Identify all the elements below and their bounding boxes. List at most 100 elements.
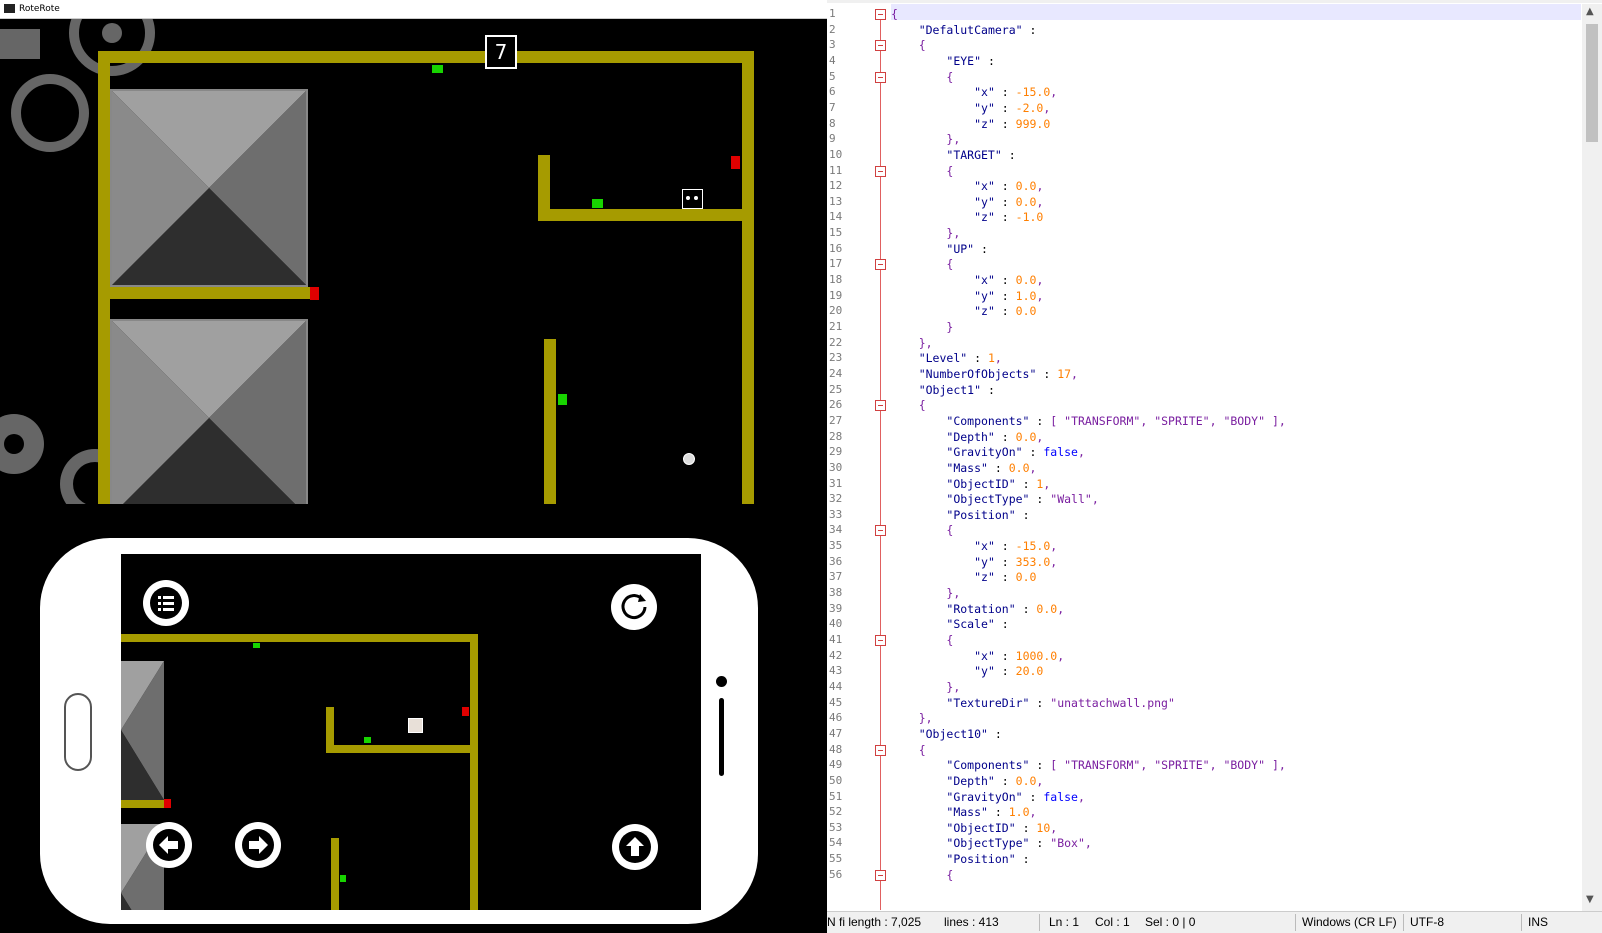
- code-line[interactable]: "NumberOfObjects" : 17,: [891, 366, 1078, 382]
- code-line[interactable]: {: [891, 163, 953, 179]
- code-line[interactable]: {: [891, 6, 898, 22]
- fold-toggle-icon[interactable]: [875, 9, 886, 20]
- code-line[interactable]: {: [891, 522, 953, 538]
- jump-button[interactable]: [612, 824, 658, 870]
- code-line[interactable]: "EYE" :: [891, 53, 994, 69]
- code-line[interactable]: "x" : 0.0,: [891, 178, 1043, 194]
- phone-screen[interactable]: [121, 554, 701, 910]
- code-line[interactable]: "DefalutCamera" :: [891, 22, 1037, 38]
- code-line[interactable]: "y" : 0.0,: [891, 194, 1043, 210]
- code-line[interactable]: "UP" :: [891, 241, 988, 257]
- fold-toggle-icon[interactable]: [875, 744, 886, 756]
- code-line[interactable]: "y" : -2.0,: [891, 100, 1050, 116]
- code-line[interactable]: "Position" :: [891, 851, 1029, 867]
- code-line[interactable]: "y" : 20.0: [891, 663, 1043, 679]
- code-line[interactable]: {: [891, 37, 926, 53]
- code-line[interactable]: },: [891, 679, 960, 695]
- code-line[interactable]: }: [891, 319, 953, 335]
- status-ln: Ln : 1: [1049, 915, 1080, 929]
- code-line[interactable]: "Position" :: [891, 507, 1029, 523]
- code-line[interactable]: "Components" : [ "TRANSFORM", "SPRITE", …: [891, 413, 1285, 429]
- code-line[interactable]: {: [891, 69, 953, 85]
- move-left-button[interactable]: [146, 822, 192, 868]
- code-line[interactable]: "z" : 0.0: [891, 303, 1036, 319]
- window-title: RoteRote: [19, 4, 60, 14]
- fold-toggle-icon[interactable]: [875, 400, 886, 412]
- wall-left-ledge: [98, 287, 310, 299]
- scrollbar-thumb[interactable]: [1586, 24, 1598, 142]
- fold-toggle-icon[interactable]: [875, 259, 886, 271]
- player-character[interactable]: [682, 189, 703, 209]
- code-line[interactable]: "x" : -15.0,: [891, 538, 1057, 554]
- list-icon: [150, 587, 182, 619]
- code-line[interactable]: "Rotation" : 0.0,: [891, 601, 1064, 617]
- code-line[interactable]: "ObjectType" : "Box",: [891, 835, 1091, 851]
- restart-button[interactable]: [611, 584, 657, 630]
- mini-switch-red-right: [462, 707, 469, 716]
- menu-button[interactable]: [143, 580, 189, 626]
- mini-pyramid-box-upper: [121, 661, 164, 800]
- phone-home-button: [64, 693, 92, 771]
- level-number: 7: [485, 35, 517, 69]
- code-line[interactable]: {: [891, 632, 953, 648]
- fold-toggle-icon[interactable]: [875, 869, 886, 881]
- code-line[interactable]: "Scale" :: [891, 616, 1008, 632]
- code-line[interactable]: "Components" : [ "TRANSFORM", "SPRITE", …: [891, 757, 1285, 773]
- fold-toggle-icon[interactable]: [875, 71, 886, 83]
- code-area[interactable]: { "DefalutCamera" : { "EYE" : { "x" : -1…: [891, 4, 1582, 911]
- code-line[interactable]: "z" : 999.0: [891, 116, 1050, 132]
- code-line[interactable]: "Level" : 1,: [891, 350, 1002, 366]
- code-line[interactable]: "Mass" : 0.0,: [891, 460, 1036, 476]
- scroll-up-icon[interactable]: ▲: [1586, 6, 1594, 17]
- fold-toggle-icon[interactable]: [875, 525, 886, 537]
- wall-top: [98, 51, 754, 63]
- status-length: N fi length : 7,025: [827, 915, 922, 929]
- mini-wall-inner-horizontal: [326, 745, 474, 753]
- code-line[interactable]: {: [891, 397, 926, 413]
- code-line[interactable]: "x" : -15.0,: [891, 84, 1057, 100]
- code-line[interactable]: },: [891, 225, 960, 241]
- code-line[interactable]: "z" : -1.0: [891, 209, 1043, 225]
- code-line[interactable]: "x" : 0.0,: [891, 272, 1043, 288]
- code-line[interactable]: "TextureDir" : "unattachwall.png": [891, 695, 1175, 711]
- arrow-up-icon: [619, 831, 651, 863]
- code-line[interactable]: "ObjectID" : 1,: [891, 476, 1050, 492]
- game-area[interactable]: 7: [0, 19, 827, 504]
- scroll-down-icon[interactable]: ▼: [1586, 894, 1594, 905]
- wall-left: [98, 51, 110, 504]
- code-line[interactable]: "Object1" :: [891, 382, 995, 398]
- code-line[interactable]: "TARGET" :: [891, 147, 1015, 163]
- code-line[interactable]: "ObjectID" : 10,: [891, 820, 1057, 836]
- text-editor[interactable]: { "DefalutCamera" : { "EYE" : { "x" : -1…: [827, 0, 1602, 933]
- switch-red-right: [731, 156, 740, 169]
- mini-wall-ledge: [121, 800, 164, 808]
- code-line[interactable]: "y" : 1.0,: [891, 288, 1043, 304]
- status-bar: N fi length : 7,025 lines : 413 Ln : 1 C…: [827, 911, 1602, 933]
- code-line[interactable]: {: [891, 256, 953, 272]
- refresh-icon: [621, 594, 647, 620]
- phone-preview-area: [0, 504, 827, 932]
- editor-tab-strip: [827, 0, 1602, 3]
- code-line[interactable]: },: [891, 335, 933, 351]
- code-line[interactable]: "Depth" : 0.0,: [891, 429, 1043, 445]
- fold-toggle-icon[interactable]: [875, 40, 886, 52]
- code-line[interactable]: "GravityOn" : false,: [891, 789, 1085, 805]
- code-line[interactable]: },: [891, 131, 960, 147]
- fold-toggle-icon[interactable]: [875, 165, 886, 177]
- vertical-scrollbar[interactable]: ▲ ▼: [1582, 4, 1602, 911]
- code-line[interactable]: {: [891, 742, 926, 758]
- code-line[interactable]: "Depth" : 0.0,: [891, 773, 1043, 789]
- code-line[interactable]: },: [891, 710, 933, 726]
- code-line[interactable]: {: [891, 867, 953, 883]
- code-line[interactable]: "Object10" :: [891, 726, 1002, 742]
- code-line[interactable]: "x" : 1000.0,: [891, 648, 1064, 664]
- code-line[interactable]: "z" : 0.0: [891, 569, 1036, 585]
- move-right-button[interactable]: [235, 822, 281, 868]
- code-line[interactable]: "GravityOn" : false,: [891, 444, 1085, 460]
- switch-green-top: [432, 65, 443, 73]
- code-line[interactable]: "y" : 353.0,: [891, 554, 1057, 570]
- code-line[interactable]: "Mass" : 1.0,: [891, 804, 1036, 820]
- fold-toggle-icon[interactable]: [875, 635, 886, 646]
- code-line[interactable]: "ObjectType" : "Wall",: [891, 491, 1098, 507]
- code-line[interactable]: },: [891, 585, 960, 601]
